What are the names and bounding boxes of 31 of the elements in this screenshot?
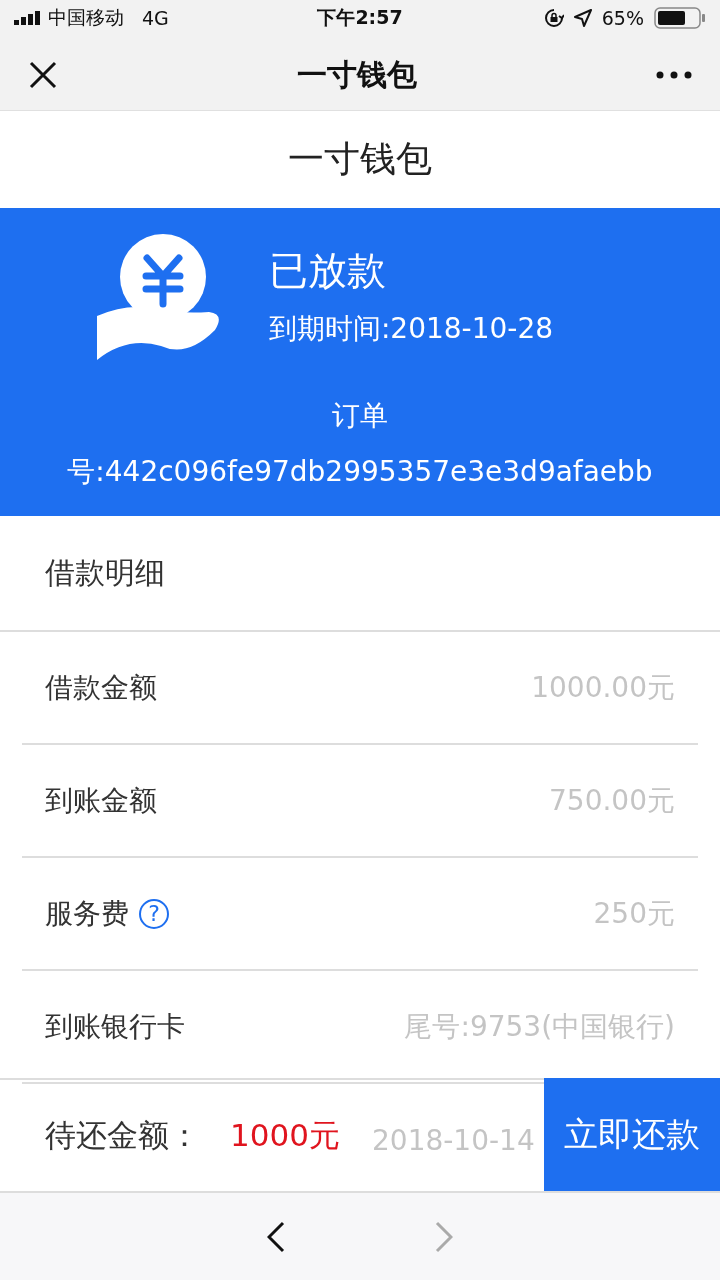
row-value: 2018-10-14 (372, 1124, 535, 1157)
coin-hand-icon (96, 234, 221, 360)
page-title: 一寸钱包 (288, 137, 432, 181)
close-icon[interactable] (28, 60, 58, 90)
row-value: 尾号:9753(中国银行) (404, 1008, 675, 1045)
more-icon[interactable] (656, 71, 692, 79)
row-label: 到账银行卡 (45, 1008, 185, 1045)
location-arrow-icon (573, 9, 592, 27)
network-type: 4G (142, 7, 169, 29)
signal-icon (14, 11, 42, 25)
row-value: 1000.00元 (531, 669, 675, 706)
amount-due-label: 待还金额： (45, 1115, 200, 1155)
rotation-lock-icon (543, 8, 564, 28)
row-label: 到账金额 (45, 782, 157, 819)
order-number: 订单号:442c096fe97db2995357e3e3d9afaebb (66, 398, 654, 490)
back-icon[interactable] (267, 1220, 285, 1253)
due-date: 到期时间:2018-10-28 (268, 311, 554, 347)
loan-status: 已放款 (268, 247, 387, 295)
carrier-name: 中国移动 (48, 5, 124, 30)
nav-title: 一寸钱包 (297, 55, 417, 94)
section-title: 借款明细 (0, 516, 720, 632)
battery-percentage: 65% (601, 7, 644, 29)
repay-button[interactable]: 立即还款 (544, 1078, 720, 1191)
row-label: 服务费 (45, 895, 129, 932)
row-label: 借款金额 (45, 669, 157, 706)
amount-due: 1000元 (230, 1115, 340, 1155)
row-value: 750.00元 (549, 782, 675, 819)
battery-icon (654, 7, 706, 29)
row-value: 250元 (593, 895, 675, 932)
clock-time: 下午2:57 (317, 6, 403, 28)
help-icon[interactable]: ? (139, 898, 169, 929)
